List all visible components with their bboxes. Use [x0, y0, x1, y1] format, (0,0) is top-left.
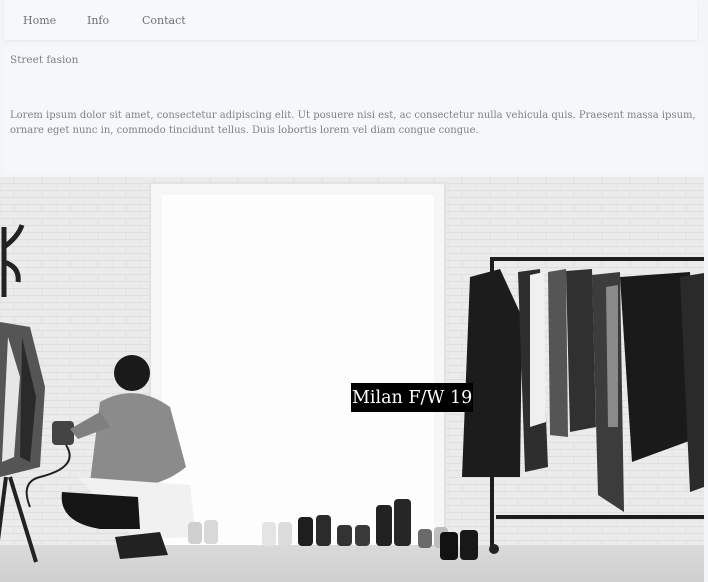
intro-section: Street fasion Lorem ipsum dolor sit amet…: [4, 46, 704, 174]
hero-image: Milan F/W 19: [0, 177, 704, 582]
door-inner-panel: [162, 195, 434, 548]
hero-caption: Milan F/W 19: [351, 383, 474, 412]
floor: [0, 545, 704, 582]
nav-link-info[interactable]: Info: [87, 14, 109, 27]
intro-paragraph: Lorem ipsum dolor sit amet, consectetur …: [10, 110, 696, 136]
nav-link-home[interactable]: Home: [23, 14, 56, 27]
hero-photo-illustration: [0, 177, 704, 582]
nav-link-contact[interactable]: Contact: [142, 14, 186, 27]
top-navbar: Home Info Contact: [4, 0, 697, 40]
intro-subtitle: Street fasion: [10, 54, 79, 66]
